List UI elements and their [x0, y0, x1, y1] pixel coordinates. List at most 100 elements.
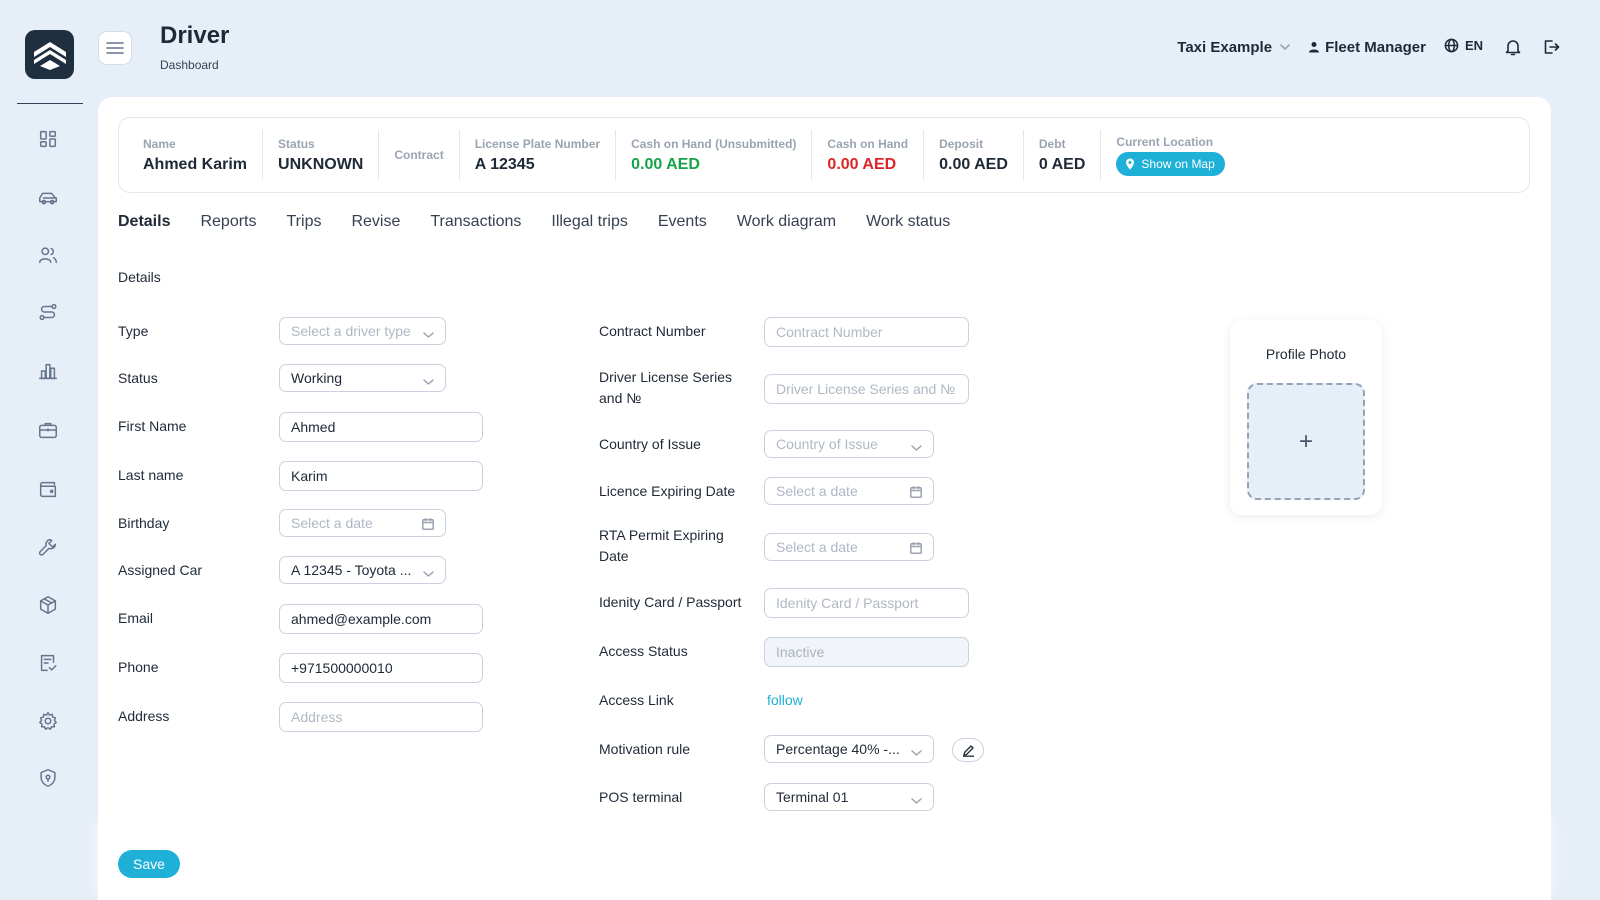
last-name-input[interactable]: Karim: [279, 461, 483, 491]
edit-motivation-button[interactable]: [952, 738, 984, 762]
tab-trips[interactable]: Trips: [287, 213, 322, 231]
select-value: A 12345 - Toyota ...: [291, 562, 412, 578]
assigned-car-select[interactable]: A 12345 - Toyota ...: [279, 556, 446, 584]
label-line: and №: [599, 390, 642, 406]
pos-terminal-label: POS terminal: [599, 789, 683, 805]
company-selector[interactable]: Taxi Example: [1177, 39, 1290, 56]
checklist-icon[interactable]: [36, 651, 60, 675]
pencil-icon: [962, 744, 974, 757]
bell-icon: [1505, 40, 1521, 56]
hamburger-icon: [106, 42, 124, 54]
email-input[interactable]: ahmed@example.com: [279, 604, 483, 634]
language-selector[interactable]: EN: [1444, 38, 1483, 53]
tab-events[interactable]: Events: [658, 213, 707, 231]
tab-revise[interactable]: Revise: [351, 213, 400, 231]
chevron-down-icon: [911, 744, 922, 760]
date-placeholder: Select a date: [291, 515, 373, 531]
profile-photo-card: Profile Photo +: [1230, 320, 1382, 515]
summary-label: Name: [143, 136, 176, 151]
address-input[interactable]: Address: [279, 702, 483, 732]
globe-icon: [1444, 38, 1459, 52]
users-icon[interactable]: [36, 243, 60, 267]
assigned-car-label: Assigned Car: [118, 562, 203, 578]
menu-toggle-button[interactable]: [98, 31, 132, 65]
summary-value: 0.00 AED: [631, 155, 700, 173]
top-bar-actions: Taxi Example Fleet Manager EN: [1159, 38, 1560, 56]
summary-debt: Debt 0 AED: [1024, 130, 1102, 180]
access-status-field: Inactive: [764, 637, 969, 667]
wallet-icon[interactable]: [36, 477, 60, 501]
summary-label: Debt: [1038, 136, 1066, 151]
summary-label: Status: [278, 136, 315, 151]
wrench-icon[interactable]: [36, 535, 60, 559]
identity-input[interactable]: Idenity Card / Passport: [764, 588, 969, 618]
identity-label: Idenity Card / Passport: [599, 594, 742, 610]
summary-value: UNKNOWN: [278, 155, 364, 173]
notifications-button[interactable]: [1505, 38, 1521, 56]
country-select[interactable]: Country of Issue: [764, 430, 934, 458]
summary-label: Cash on Hand (Unsubmitted): [631, 136, 797, 151]
pos-terminal-select[interactable]: Terminal 01: [764, 783, 934, 811]
route-icon[interactable]: [36, 300, 60, 324]
email-label: Email: [118, 610, 154, 626]
settings-icon[interactable]: [36, 709, 60, 733]
dashboard-icon[interactable]: [36, 127, 60, 151]
driver-type-select[interactable]: Select a driver type: [279, 317, 446, 345]
tab-details[interactable]: Details: [118, 213, 170, 231]
tab-reports[interactable]: Reports: [200, 213, 256, 231]
birthday-date-picker[interactable]: Select a date: [279, 509, 446, 537]
tab-transactions[interactable]: Transactions: [430, 213, 521, 231]
access-follow-link[interactable]: follow: [767, 692, 803, 708]
summary-label: Cash on Hand: [827, 136, 909, 151]
contract-number-input[interactable]: Contract Number: [764, 317, 969, 347]
save-button[interactable]: Save: [118, 850, 180, 878]
label-line: Date: [599, 548, 629, 564]
license-series-input[interactable]: Driver License Series and №: [764, 374, 969, 404]
phone-label: Phone: [118, 659, 159, 675]
summary-label: License Plate Number: [474, 136, 601, 151]
sidebar-divider: [17, 103, 83, 104]
page-title: Driver: [160, 22, 230, 49]
tab-work-diagram[interactable]: Work diagram: [737, 213, 836, 231]
logout-button[interactable]: [1543, 39, 1560, 55]
chart-icon[interactable]: [36, 359, 60, 383]
rta-expiry-date-picker[interactable]: Select a date: [764, 533, 934, 561]
summary-contract: Contract: [379, 130, 460, 180]
chevron-down-icon: [423, 373, 434, 389]
birthday-label: Birthday: [118, 515, 170, 531]
phone-input[interactable]: +971500000010: [279, 653, 483, 683]
form-footer: Save: [98, 830, 1551, 900]
chevron-down-icon: [423, 565, 434, 581]
status-select[interactable]: Working: [279, 364, 446, 392]
select-value: Terminal 01: [776, 789, 849, 805]
company-name: Taxi Example: [1177, 38, 1273, 56]
user-menu[interactable]: Fleet Manager: [1308, 39, 1426, 56]
section-title: Details: [118, 269, 161, 285]
app-logo[interactable]: [25, 30, 74, 79]
motivation-select[interactable]: Percentage 40% -...: [764, 735, 934, 763]
select-value: Working: [291, 370, 343, 386]
car-icon[interactable]: [36, 186, 60, 210]
first-name-input[interactable]: Ahmed: [279, 412, 483, 442]
summary-deposit: Deposit 0.00 AED: [924, 130, 1024, 180]
upload-photo-button[interactable]: +: [1247, 383, 1365, 500]
licence-expiry-date-picker[interactable]: Select a date: [764, 477, 934, 505]
chevron-down-icon: [423, 326, 434, 342]
show-on-map-button[interactable]: Show on Map: [1116, 151, 1225, 176]
profile-photo-title: Profile Photo: [1265, 346, 1347, 362]
briefcase-icon[interactable]: [36, 418, 60, 442]
access-link-label: Access Link: [599, 692, 674, 708]
summary-label: Deposit: [939, 136, 984, 151]
tab-work-status[interactable]: Work status: [866, 213, 950, 231]
calendar-icon: [910, 485, 922, 501]
summary-label: Contract: [394, 148, 444, 162]
plus-icon: +: [1298, 427, 1313, 455]
box-icon[interactable]: [36, 593, 60, 617]
calendar-icon: [422, 517, 434, 533]
country-label: Country of Issue: [599, 436, 701, 452]
chevron-down-icon: [1280, 44, 1290, 50]
chevron-down-icon: [911, 792, 922, 808]
license-series-label: Driver License Series and №: [599, 367, 732, 409]
tab-illegal-trips[interactable]: Illegal trips: [551, 213, 627, 231]
shield-icon[interactable]: [36, 766, 60, 790]
